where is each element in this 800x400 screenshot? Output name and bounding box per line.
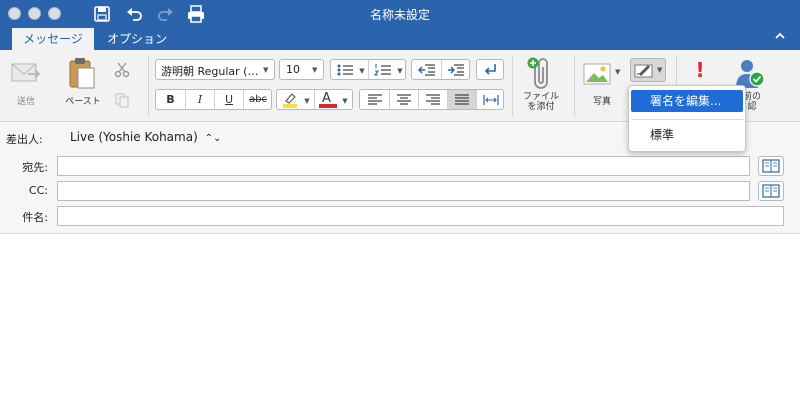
signature-button[interactable]: ▼ [630, 58, 666, 82]
high-importance-icon[interactable]: ! [694, 58, 706, 82]
address-book-icon[interactable] [758, 181, 784, 201]
list-buttons-group: ▼ ▼ [330, 59, 406, 80]
indent-buttons-group [411, 59, 470, 80]
increase-indent-icon[interactable] [442, 60, 470, 79]
paste-icon[interactable] [66, 56, 98, 92]
cc-field[interactable] [57, 181, 750, 201]
to-label: 宛先: [22, 161, 48, 174]
subject-field[interactable] [57, 206, 784, 226]
underline-button[interactable]: U [215, 90, 243, 109]
copy-icon[interactable] [114, 92, 130, 108]
ribbon-separator [574, 56, 575, 116]
send-button-label: 送信 [16, 97, 35, 107]
subject-label: 件名: [22, 211, 48, 224]
bold-button[interactable]: B [156, 90, 185, 109]
strikethrough-button[interactable]: abc [244, 90, 272, 109]
from-account-value: Live (Yoshie Kohama) [70, 130, 198, 144]
ribbon-tab-bar: メッセージ オプション [0, 28, 800, 50]
tab-message[interactable]: メッセージ [12, 28, 94, 50]
chevron-down-icon[interactable]: ▼ [302, 90, 312, 109]
cut-icon[interactable] [114, 62, 130, 78]
up-down-chevron-icon: ⌃⌄ [204, 133, 222, 144]
photo-icon[interactable] [583, 62, 611, 86]
font-color-button[interactable]: A [315, 90, 341, 109]
attach-file-label-line2: を添付 [527, 102, 555, 112]
align-center-icon[interactable] [390, 90, 418, 109]
window-title: 名称未設定 [369, 8, 430, 22]
font-size-select[interactable]: 10 ▼ [279, 59, 324, 80]
from-label: 差出人: [6, 133, 43, 146]
font-name-select[interactable]: 游明朝 Regular (… ▼ [155, 59, 275, 80]
menu-item-standard-signature[interactable]: 標準 [631, 124, 743, 146]
attach-file-label: ファイル を添付 [516, 92, 566, 112]
italic-button[interactable]: I [186, 90, 214, 109]
chevron-down-icon[interactable]: ▼ [615, 68, 620, 76]
photo-label: 写真 [592, 97, 611, 107]
paperclip-icon[interactable] [524, 56, 558, 92]
address-book-icon[interactable] [758, 156, 784, 176]
decrease-indent-icon[interactable] [412, 60, 441, 79]
justify-icon[interactable] [448, 90, 476, 109]
text-style-group: B I U abc [155, 89, 272, 110]
ribbon-separator [148, 56, 149, 116]
distributed-align-icon[interactable] [477, 90, 504, 109]
menu-item-edit-signatures[interactable]: 署名を編集... [631, 90, 743, 112]
align-left-icon[interactable] [360, 90, 389, 109]
send-icon[interactable] [8, 58, 42, 88]
paragraph-direction-button[interactable] [476, 59, 504, 80]
title-bar: 名称未設定 [0, 0, 800, 28]
tab-options[interactable]: オプション [96, 28, 178, 50]
from-account-select[interactable]: Live (Yoshie Kohama) ⌃⌄ [70, 130, 221, 148]
chevron-down-icon: ▼ [657, 66, 663, 74]
font-size-value: 10 [286, 63, 300, 76]
font-color-swatch [319, 104, 337, 108]
attach-file-label-line1: ファイル [522, 92, 559, 102]
font-name-value: 游明朝 Regular (… [161, 65, 259, 78]
chevron-down-icon: ▼ [263, 66, 269, 74]
signature-menu: 署名を編集... 標準 [628, 85, 746, 152]
chevron-down-icon: ▼ [312, 66, 318, 74]
to-field[interactable] [57, 156, 750, 176]
ribbon-separator [512, 56, 513, 116]
bullet-list-icon[interactable] [331, 60, 359, 79]
message-body[interactable] [0, 235, 800, 400]
collapse-ribbon-icon[interactable] [774, 30, 786, 45]
cc-label: CC: [28, 184, 48, 197]
highlight-icon[interactable] [277, 90, 303, 109]
menu-separator [631, 119, 743, 120]
paste-button-label: ペースト [65, 97, 101, 107]
numbered-list-icon[interactable] [369, 60, 397, 79]
align-right-icon[interactable] [419, 90, 447, 109]
chevron-down-icon[interactable]: ▼ [395, 60, 405, 79]
color-buttons-group: ▼ A ▼ [276, 89, 353, 110]
return-arrow-icon [477, 60, 503, 79]
chevron-down-icon[interactable]: ▼ [357, 60, 367, 79]
alignment-group [359, 89, 504, 110]
chevron-down-icon[interactable]: ▼ [340, 90, 350, 109]
